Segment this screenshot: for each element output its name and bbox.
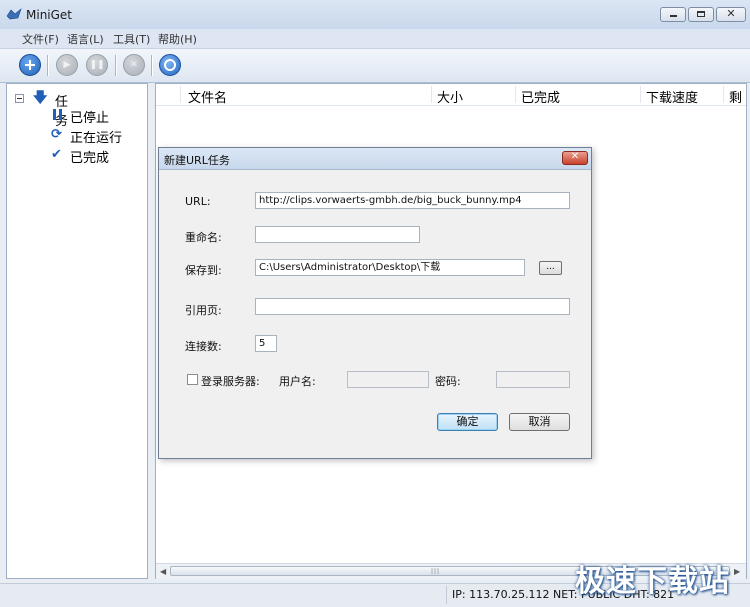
- task-tree: 🡇 任务 已停止 ⟳ 正在运行 ✔ 已完成: [6, 83, 148, 579]
- browse-button[interactable]: ...: [539, 261, 562, 275]
- column-speed[interactable]: 下载速度: [646, 87, 698, 106]
- close-icon: ✕: [726, 7, 736, 20]
- play-icon: ▶: [63, 60, 71, 70]
- rename-input[interactable]: [255, 226, 420, 243]
- dialog-close-button[interactable]: ✕: [562, 151, 588, 165]
- pause-icon: ❚❚: [89, 60, 105, 70]
- dialog-title: 新建URL任务: [164, 154, 230, 167]
- column-completed[interactable]: 已完成: [521, 87, 560, 106]
- grip-icon: |||: [431, 568, 441, 575]
- rename-label: 重命名:: [185, 231, 222, 244]
- download-arrow-icon: 🡇: [33, 90, 48, 106]
- settings-icon: [164, 59, 176, 71]
- checkmark-icon: ✔: [51, 147, 62, 162]
- toolbar-separator: [47, 55, 49, 76]
- column-separator: [723, 86, 724, 103]
- column-separator: [431, 86, 432, 103]
- tree-item-label: 正在运行: [70, 131, 123, 146]
- watermark-logo: 极速下载站: [575, 564, 730, 599]
- connections-input[interactable]: 5: [255, 335, 277, 352]
- referer-label: 引用页:: [185, 304, 222, 317]
- column-separator: [515, 86, 516, 103]
- username-label: 用户名:: [279, 375, 316, 388]
- pause-icon: [51, 108, 65, 122]
- save-to-label: 保存到:: [185, 264, 222, 277]
- start-button[interactable]: ▶: [56, 54, 78, 76]
- menu-tools[interactable]: 工具(T): [113, 31, 150, 47]
- new-url-task-dialog: 新建URL任务 ✕ URL: http://clips.vorwaerts-gm…: [158, 147, 592, 459]
- tree-item-label: 已停止: [70, 111, 110, 126]
- scroll-left-icon[interactable]: ◀: [160, 567, 166, 576]
- url-label: URL:: [185, 195, 211, 208]
- scroll-right-icon[interactable]: ▶: [734, 567, 740, 576]
- minimize-icon: [670, 15, 677, 17]
- settings-button[interactable]: [159, 54, 181, 76]
- close-button[interactable]: ✕: [716, 7, 746, 22]
- column-size[interactable]: 大小: [437, 87, 463, 106]
- pause-button[interactable]: ❚❚: [86, 54, 108, 76]
- menu-bar: 文件(F) 语言(L) 工具(T) 帮助(H): [0, 29, 750, 49]
- stop-icon: ✕: [130, 60, 138, 70]
- refresh-icon: ⟳: [51, 127, 62, 142]
- login-server-checkbox[interactable]: [187, 374, 198, 385]
- add-task-button[interactable]: [19, 54, 41, 76]
- url-input[interactable]: http://clips.vorwaerts-gmbh.de/big_buck_…: [255, 192, 570, 209]
- toolbar: ▶ ❚❚ ✕: [0, 49, 750, 83]
- menu-help[interactable]: 帮助(H): [158, 31, 197, 47]
- window-title: MiniGet: [26, 8, 73, 22]
- maximize-icon: [697, 11, 705, 17]
- password-label: 密码:: [435, 375, 461, 388]
- column-filename[interactable]: 文件名: [188, 87, 227, 106]
- referer-input[interactable]: [255, 298, 570, 315]
- close-icon: ✕: [570, 151, 580, 162]
- menu-file[interactable]: 文件(F): [22, 31, 59, 47]
- minimize-button[interactable]: [660, 7, 686, 22]
- title-bar: MiniGet ✕: [0, 0, 750, 30]
- username-input[interactable]: [347, 371, 429, 388]
- toolbar-separator: [115, 55, 117, 76]
- login-server-label: 登录服务器:: [201, 375, 260, 388]
- password-input[interactable]: [496, 371, 570, 388]
- menu-language[interactable]: 语言(L): [67, 31, 104, 47]
- collapse-icon[interactable]: [15, 94, 24, 103]
- connections-label: 连接数:: [185, 340, 222, 353]
- delete-button[interactable]: ✕: [123, 54, 145, 76]
- save-path-input[interactable]: C:\Users\Administrator\Desktop\下载: [255, 259, 525, 276]
- column-separator: [640, 86, 641, 103]
- column-remaining[interactable]: 剩: [729, 87, 742, 106]
- column-separator: [180, 86, 181, 103]
- app-logo-icon: [6, 8, 22, 20]
- toolbar-separator: [151, 55, 153, 76]
- status-separator: [446, 586, 447, 604]
- tree-item-label: 已完成: [70, 151, 110, 166]
- dialog-title-bar: 新建URL任务 ✕: [159, 148, 591, 170]
- cancel-button[interactable]: 取消: [509, 413, 570, 431]
- ok-button[interactable]: 确定: [437, 413, 498, 431]
- maximize-button[interactable]: [688, 7, 714, 22]
- list-header: 文件名 大小 已完成 下载速度 剩: [156, 84, 746, 106]
